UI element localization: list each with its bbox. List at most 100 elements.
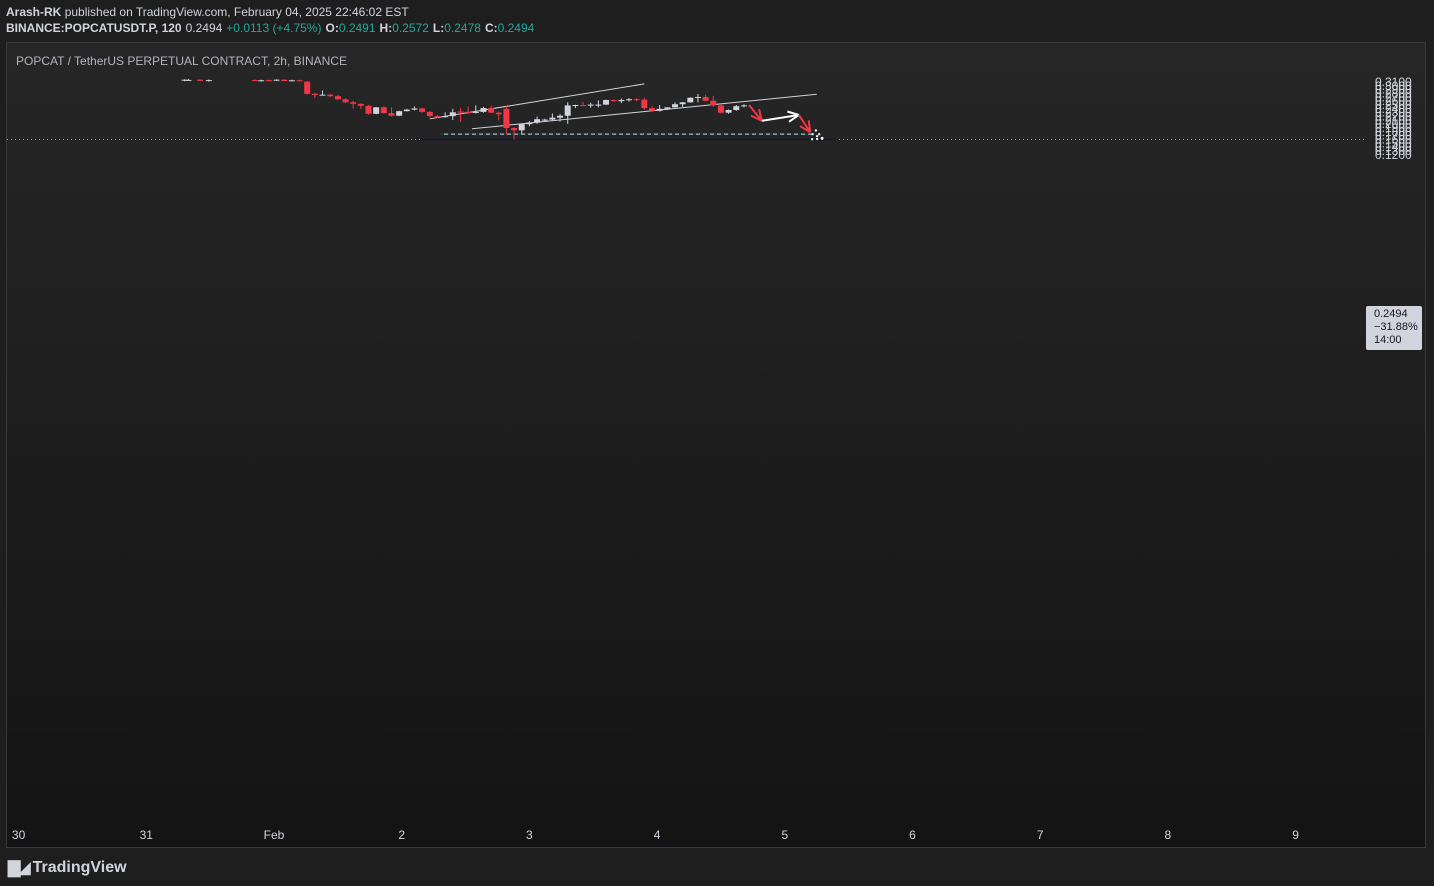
tradingview-footer: ▇◢ TradingView <box>8 858 127 878</box>
projection-arrowhead <box>787 110 800 116</box>
candle-body <box>288 80 295 82</box>
candle-body <box>258 80 265 82</box>
price-tag-countdown: 14:00 <box>1374 334 1402 346</box>
published-text: published on TradingView.com, February 0… <box>64 5 409 19</box>
candle-body <box>311 93 318 96</box>
candle-body <box>557 115 564 118</box>
candle-body <box>472 111 479 113</box>
candle-body <box>273 79 280 81</box>
brand-name: TradingView <box>32 859 127 876</box>
candle-body <box>656 108 663 111</box>
candle-body <box>710 100 717 106</box>
candle-body <box>403 109 410 112</box>
candle-body <box>304 81 311 94</box>
candle-body <box>411 108 418 110</box>
candle-body <box>434 116 441 118</box>
price-tag-price: 0.2494 <box>1374 308 1408 320</box>
candle-body <box>442 116 449 118</box>
candle-body <box>396 111 403 116</box>
candle-body <box>265 80 272 82</box>
last-price-tag: 0.2494 −31.88% 14:00 <box>1366 306 1422 350</box>
publish-line: Arash-RK published on TradingView.com, F… <box>6 4 1426 20</box>
x-axis-tick-label: Feb <box>264 828 285 842</box>
candle-body <box>350 102 357 104</box>
candle-body <box>342 99 349 103</box>
low-value: 0.2478 <box>444 21 481 35</box>
candle-body <box>196 79 203 81</box>
candle-body <box>587 104 594 106</box>
candle-body <box>388 113 395 116</box>
high-value: 0.2572 <box>392 21 429 35</box>
x-axis-tick-label: 6 <box>909 828 916 842</box>
candle-body <box>564 105 571 116</box>
candle-body <box>740 105 747 107</box>
candle-body <box>327 94 334 97</box>
x-axis-tick-label: 31 <box>140 828 154 842</box>
candle-body <box>495 112 502 115</box>
symbol-name[interactable]: BINANCE:POPCATUSDT.P, 120 <box>6 20 182 36</box>
x-axis-tick-label: 5 <box>781 828 788 842</box>
candle-body <box>319 94 326 96</box>
candle-body <box>641 99 648 109</box>
candle-body <box>648 108 655 111</box>
candle-body <box>503 108 510 129</box>
candle-body <box>618 100 625 102</box>
candle-body <box>725 109 732 113</box>
x-axis-tick-label: 3 <box>526 828 533 842</box>
tradingview-logo-icon: ▇◢ <box>8 860 31 877</box>
open-value: 0.2491 <box>338 21 376 35</box>
candle-body <box>717 105 724 113</box>
candle-body <box>334 96 341 100</box>
low-label: L: <box>432 21 445 35</box>
candle-body <box>610 100 617 102</box>
candle-body <box>603 100 610 105</box>
author-name[interactable]: Arash-RK <box>6 5 61 19</box>
last-price: 0.2494 <box>185 21 223 35</box>
symbol-description: POPCAT / TetherUS PERPETUAL CONTRACT, 2h… <box>16 54 347 68</box>
x-axis-tick-label: 2 <box>398 828 405 842</box>
candle-body <box>687 97 694 103</box>
candle-body <box>488 108 495 113</box>
candle-body <box>664 107 671 109</box>
close-value: 0.2494 <box>497 21 535 35</box>
candle-body <box>457 111 464 113</box>
x-axis-tick-label: 30 <box>12 828 26 842</box>
price-change: +0.0113 (+4.75%) <box>226 21 322 35</box>
open-label: O: <box>325 21 339 35</box>
y-axis-tick-label: 0.1200 <box>1375 148 1412 162</box>
candle-body <box>733 106 740 110</box>
candle-body <box>281 79 288 82</box>
candle-body <box>526 122 533 125</box>
candle-body <box>702 96 709 101</box>
candle-body <box>373 107 380 114</box>
candle-body <box>595 104 602 106</box>
candle-body <box>251 80 258 82</box>
candle-body <box>580 105 587 107</box>
candle-body <box>534 119 541 123</box>
candle-body <box>419 108 426 112</box>
support-zone-2 <box>420 138 836 141</box>
projection-arrowhead <box>814 129 824 140</box>
high-label: H: <box>379 21 393 35</box>
candle-body <box>572 105 579 107</box>
candle-body <box>465 111 472 113</box>
x-axis-tick-label: 7 <box>1037 828 1044 842</box>
candle-body <box>679 102 686 105</box>
candle-body <box>205 80 212 82</box>
candle-body <box>541 119 548 121</box>
candle-body <box>549 117 556 120</box>
candle-body <box>626 99 633 101</box>
candle-body <box>633 99 640 101</box>
candle-body <box>426 111 433 117</box>
candle-body <box>380 107 387 114</box>
candle-body <box>185 79 192 81</box>
chart-pane[interactable]: 0.3100 0.3000 0.2900 0.2800 0.2700 0.2600 0.25… <box>6 42 1426 848</box>
x-axis-tick-label: 8 <box>1165 828 1172 842</box>
close-label: C: <box>484 21 498 35</box>
candle-body <box>480 108 487 112</box>
price-chart[interactable]: 0.31000.30000.29000.28000.27000.26000.25… <box>7 43 1426 848</box>
candle-body <box>671 104 678 108</box>
candle-body <box>694 96 701 98</box>
x-axis-tick-label: 4 <box>654 828 661 842</box>
candle-body <box>518 124 525 131</box>
